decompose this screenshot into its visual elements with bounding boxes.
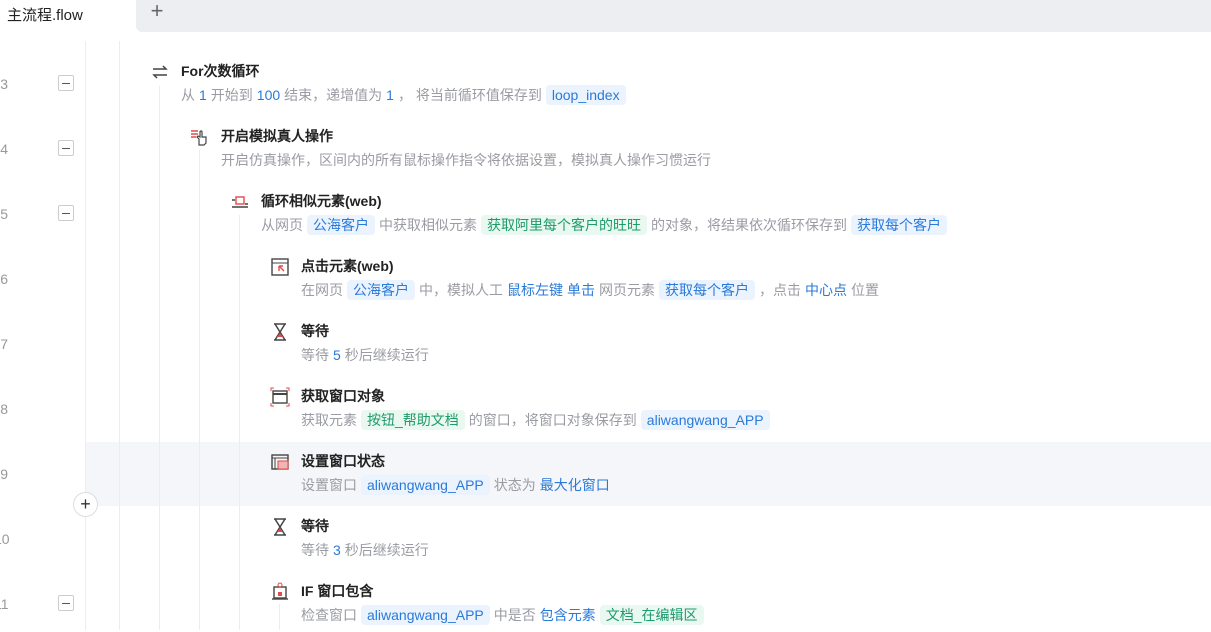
collapse-toggle[interactable] — [58, 205, 74, 221]
step-text: 中是否 — [493, 607, 536, 623]
step-text: 的窗口，将窗口对象保存到 — [468, 412, 637, 428]
step-text: 结束，递增值为 — [284, 87, 383, 103]
step-description: 等待 5 秒后继续运行 — [301, 344, 433, 366]
step-text: 开始到 — [210, 87, 253, 103]
step-description: 在网页 公海客户 中，模拟人工 鼠标左键 单击 网页元素 获取每个客户 ，点击 中心点 位置 — [301, 279, 883, 301]
step-description: 检查窗口 aliwangwang_APP 中是否 包含元素 文档_在编辑区 — [301, 604, 708, 626]
step-title: 设置窗口状态 — [301, 453, 385, 469]
step-description: 从网页 公海客户 中获取相似元素 获取阿里每个客户的旺旺 的对象，将结果依次循环保存到获… — [261, 214, 951, 236]
gutter-divider — [85, 41, 86, 630]
step-text: 开启仿真操作，区间内的所有鼠标操作指令将依据设置，模拟真人操作习惯运行 — [221, 152, 711, 168]
step-parameter[interactable]: 1 — [386, 87, 394, 103]
indent-guide — [279, 604, 280, 630]
step-text: ，点击 — [759, 282, 801, 298]
indent-guide — [199, 150, 200, 630]
step-parameter[interactable]: 获取每个客户 — [851, 215, 947, 235]
selected-row-highlight — [85, 442, 1211, 506]
step-title: 开启模拟真人操作 — [221, 128, 333, 144]
step-text: 状态为 — [493, 477, 536, 493]
step-parameter[interactable]: aliwangwang_APP — [361, 605, 490, 625]
step-text: 设置窗口 — [301, 477, 357, 493]
step-parameter[interactable]: aliwangwang_APP — [361, 475, 490, 495]
step-parameter[interactable]: 按钮_帮助文档 — [361, 410, 465, 430]
hourglass-icon — [274, 518, 286, 536]
step-parameter[interactable]: 包含元素 — [540, 607, 596, 623]
collapse-toggle[interactable] — [58, 595, 74, 611]
step-parameter[interactable]: 最大化窗口 — [540, 477, 610, 493]
step-description: 获取元素 按钮_帮助文档 的窗口，将窗口对象保存到 aliwangwang_APP — [301, 409, 774, 431]
line-number: 9 — [0, 466, 8, 482]
step-text: 的对象，将结果依次循环保存到 — [651, 217, 847, 233]
step-text: 网页元素 — [599, 282, 655, 298]
step-text: 秒后继续运行 — [344, 347, 429, 363]
line-number: 5 — [0, 206, 8, 222]
hourglass-icon — [274, 323, 286, 341]
if-window-contains-icon — [272, 582, 288, 600]
step-title: 获取窗口对象 — [301, 388, 385, 404]
tab-main-flow[interactable]: 主流程.flow — [0, 0, 136, 32]
step-title: 循环相似元素(web) — [261, 193, 382, 209]
step-text: ， 将当前循环值保存到 — [397, 87, 542, 103]
line-number: 7 — [0, 336, 8, 352]
step-text: 检查窗口 — [301, 607, 357, 623]
step-title: For次数循环 — [181, 63, 260, 79]
line-number: 11 — [0, 596, 9, 612]
step-title: 等待 — [301, 518, 329, 534]
indent-guide — [239, 215, 240, 630]
step-parameter[interactable]: 获取阿里每个客户的旺旺 — [481, 215, 647, 235]
step-parameter[interactable]: aliwangwang_APP — [640, 410, 770, 430]
step-parameter[interactable]: 3 — [333, 542, 341, 558]
step-parameter[interactable]: 文档_在编辑区 — [599, 605, 704, 625]
simulate-human-icon — [191, 130, 207, 146]
step-text: 秒后继续运行 — [344, 542, 429, 558]
step-parameter[interactable]: 获取每个客户 — [659, 280, 755, 300]
window-object-icon — [270, 387, 290, 407]
step-description: 开启仿真操作，区间内的所有鼠标操作指令将依据设置，模拟真人操作习惯运行 — [221, 149, 715, 171]
tab-bar: 主流程.flow + — [0, 0, 1211, 32]
tab-strip — [136, 0, 1211, 32]
collapse-toggle[interactable] — [58, 140, 74, 156]
loop-icon — [152, 65, 168, 79]
window-state-icon — [271, 454, 289, 470]
step-text: 中，模拟人工 — [419, 282, 503, 298]
step-parameter[interactable]: 公海客户 — [347, 280, 415, 300]
add-step-button[interactable]: + — [73, 492, 98, 517]
step-description: 等待 3 秒后继续运行 — [301, 539, 433, 561]
loop-elements-icon — [232, 196, 248, 208]
step-text: 从网页 — [261, 217, 303, 233]
step-parameter[interactable]: 5 — [333, 347, 341, 363]
step-parameter[interactable]: 公海客户 — [307, 215, 375, 235]
step-title: IF 窗口包含 — [301, 583, 374, 599]
step-text: 等待 — [301, 542, 329, 558]
step-parameter[interactable]: loop_index — [545, 85, 626, 105]
step-parameter[interactable]: 单击 — [567, 282, 595, 298]
step-text: 在网页 — [301, 282, 343, 298]
step-text: 中获取相似元素 — [379, 217, 477, 233]
step-parameter[interactable]: 1 — [199, 87, 207, 103]
collapse-toggle[interactable] — [58, 75, 74, 91]
line-number: 3 — [0, 76, 8, 92]
line-number: 8 — [0, 401, 8, 417]
step-title: 等待 — [301, 323, 329, 339]
step-parameter[interactable]: 鼠标左键 — [507, 282, 563, 298]
step-description: 设置窗口 aliwangwang_APP 状态为 最大化窗口 — [301, 474, 614, 496]
indent-guide — [119, 41, 120, 630]
line-number: 10 — [0, 531, 10, 547]
step-text: 等待 — [301, 347, 329, 363]
indent-guide — [159, 86, 160, 630]
add-tab-button[interactable]: + — [146, 0, 168, 24]
click-element-icon — [271, 258, 289, 276]
line-number: 4 — [0, 141, 8, 157]
step-description: 从 1 开始到 100 结束，递增值为 1， 将当前循环值保存到 loop_index — [181, 84, 630, 106]
step-parameter[interactable]: 100 — [257, 87, 280, 103]
step-title: 点击元素(web) — [301, 258, 394, 274]
step-text: 从 — [181, 87, 195, 103]
step-parameter[interactable]: 中心点 — [805, 282, 847, 298]
line-number: 6 — [0, 271, 8, 287]
step-text: 位置 — [851, 282, 879, 298]
step-text: 获取元素 — [301, 412, 357, 428]
